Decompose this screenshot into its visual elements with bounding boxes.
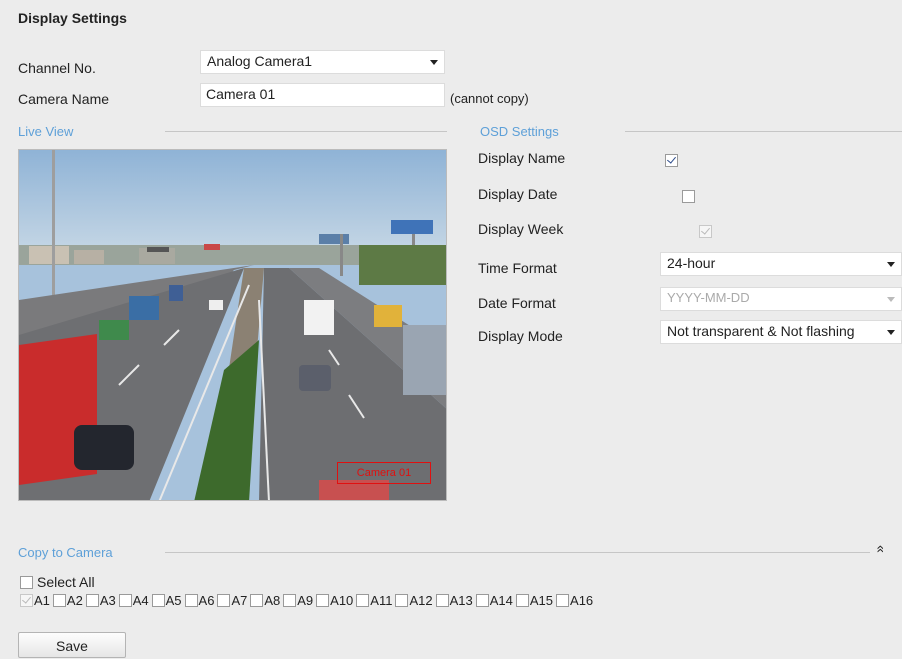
select-all-row[interactable]: Select All [20,574,95,590]
copy-channel-list: A1 A2 A3 A4 A5 A6 A7 A8 A9 A10 A11 A12 A13 A14 A15 A16 [20,593,596,608]
live-view-divider [165,131,447,132]
copy-divider [165,552,870,553]
date-format-label: Date Format [478,295,556,311]
display-mode-value: Not transparent & Not flashing [667,323,855,339]
copy-channel-label: A6 [198,593,215,608]
copy-channel-checkbox[interactable] [283,594,297,607]
copy-channel-checkbox[interactable] [217,594,231,607]
copy-channel-label: A14 [489,593,513,608]
copy-channel-a8[interactable]: A8 [250,593,280,608]
copy-to-camera-heading: Copy to Camera [18,545,113,560]
copy-channel-checkbox[interactable] [85,594,99,607]
display-week-label: Display Week [478,221,564,237]
copy-channel-label: A2 [66,593,83,608]
copy-channel-a1[interactable]: A1 [20,593,50,608]
copy-channel-label: A5 [165,593,182,608]
save-button[interactable]: Save [18,632,126,658]
copy-channel-label: A9 [297,593,314,608]
copy-channel-a6[interactable]: A6 [184,593,215,608]
display-name-label: Display Name [478,150,566,166]
copy-channel-a12[interactable]: A12 [395,593,433,608]
copy-channel-label: A4 [132,593,149,608]
copy-channel-label: A10 [330,593,354,608]
copy-channel-label: A3 [99,593,116,608]
copy-channel-checkbox[interactable] [20,594,33,607]
copy-channel-a16[interactable]: A16 [556,593,593,608]
channel-select[interactable]: Analog Camera1 [200,50,445,74]
time-format-value: 24-hour [667,255,716,271]
copy-channel-checkbox[interactable] [250,594,264,607]
copy-channel-checkbox[interactable] [184,594,198,607]
display-mode-label: Display Mode [478,328,563,344]
date-format-select[interactable]: YYYY-MM-DD [660,287,902,311]
copy-channel-a5[interactable]: A5 [151,593,182,608]
display-name-checkbox[interactable] [665,153,678,167]
osd-camera-name-overlay[interactable]: Camera 01 [337,462,431,484]
copy-channel-checkbox[interactable] [395,594,409,607]
live-view-video[interactable]: Camera 01 [18,149,447,501]
copy-channel-a7[interactable]: A7 [217,593,247,608]
chevron-down-icon [887,262,895,267]
copy-channel-a14[interactable]: A14 [475,593,513,608]
osd-divider [625,131,902,132]
copy-channel-a10[interactable]: A10 [316,593,353,608]
copy-channel-checkbox[interactable] [475,594,489,607]
camera-name-input[interactable]: Camera 01 [200,83,445,107]
collapse-icon[interactable]: » [871,543,887,555]
display-date-label: Display Date [478,186,558,202]
osd-settings-heading: OSD Settings [480,124,559,139]
channel-label: Channel No. [18,60,96,76]
select-all-label: Select All [37,574,95,590]
copy-channel-a11[interactable]: A11 [356,593,392,608]
time-format-label: Time Format [478,260,557,276]
copy-channel-a3[interactable]: A3 [85,593,116,608]
copy-channel-label: A1 [34,593,50,608]
time-format-select[interactable]: 24-hour [660,252,902,276]
highway-scene-image [19,150,446,500]
copy-channel-label: A11 [370,593,393,608]
page-title: Display Settings [18,10,127,26]
chevron-down-icon [887,297,895,302]
channel-select-value: Analog Camera1 [207,53,313,69]
copy-channel-label: A13 [449,593,473,608]
date-format-value: YYYY-MM-DD [667,290,750,305]
copy-channel-a15[interactable]: A15 [515,593,554,608]
copy-channel-label: A8 [264,593,281,608]
copy-channel-a2[interactable]: A2 [52,593,83,608]
cannot-copy-note: (cannot copy) [450,91,529,106]
display-mode-select[interactable]: Not transparent & Not flashing [660,320,902,344]
chevron-down-icon [887,330,895,335]
copy-channel-checkbox[interactable] [435,594,449,607]
copy-channel-checkbox[interactable] [515,594,529,607]
select-all-checkbox[interactable] [20,575,33,589]
copy-channel-label: A15 [529,593,554,608]
copy-channel-checkbox[interactable] [356,594,370,607]
copy-channel-checkbox[interactable] [52,594,66,607]
display-date-checkbox[interactable] [681,189,695,203]
display-week-checkbox[interactable] [698,224,712,238]
live-view-heading: Live View [18,124,74,139]
copy-channel-checkbox[interactable] [316,594,330,607]
copy-channel-checkbox[interactable] [556,594,570,607]
copy-channel-a13[interactable]: A13 [435,593,473,608]
copy-channel-a4[interactable]: A4 [118,593,149,608]
copy-channel-label: A12 [409,593,433,608]
camera-name-label: Camera Name [18,91,110,107]
copy-channel-checkbox[interactable] [151,594,165,607]
copy-channel-a9[interactable]: A9 [283,593,313,608]
chevron-down-icon [430,60,438,65]
copy-channel-checkbox[interactable] [118,594,132,607]
copy-channel-label: A16 [570,593,594,608]
copy-channel-label: A7 [231,593,248,608]
